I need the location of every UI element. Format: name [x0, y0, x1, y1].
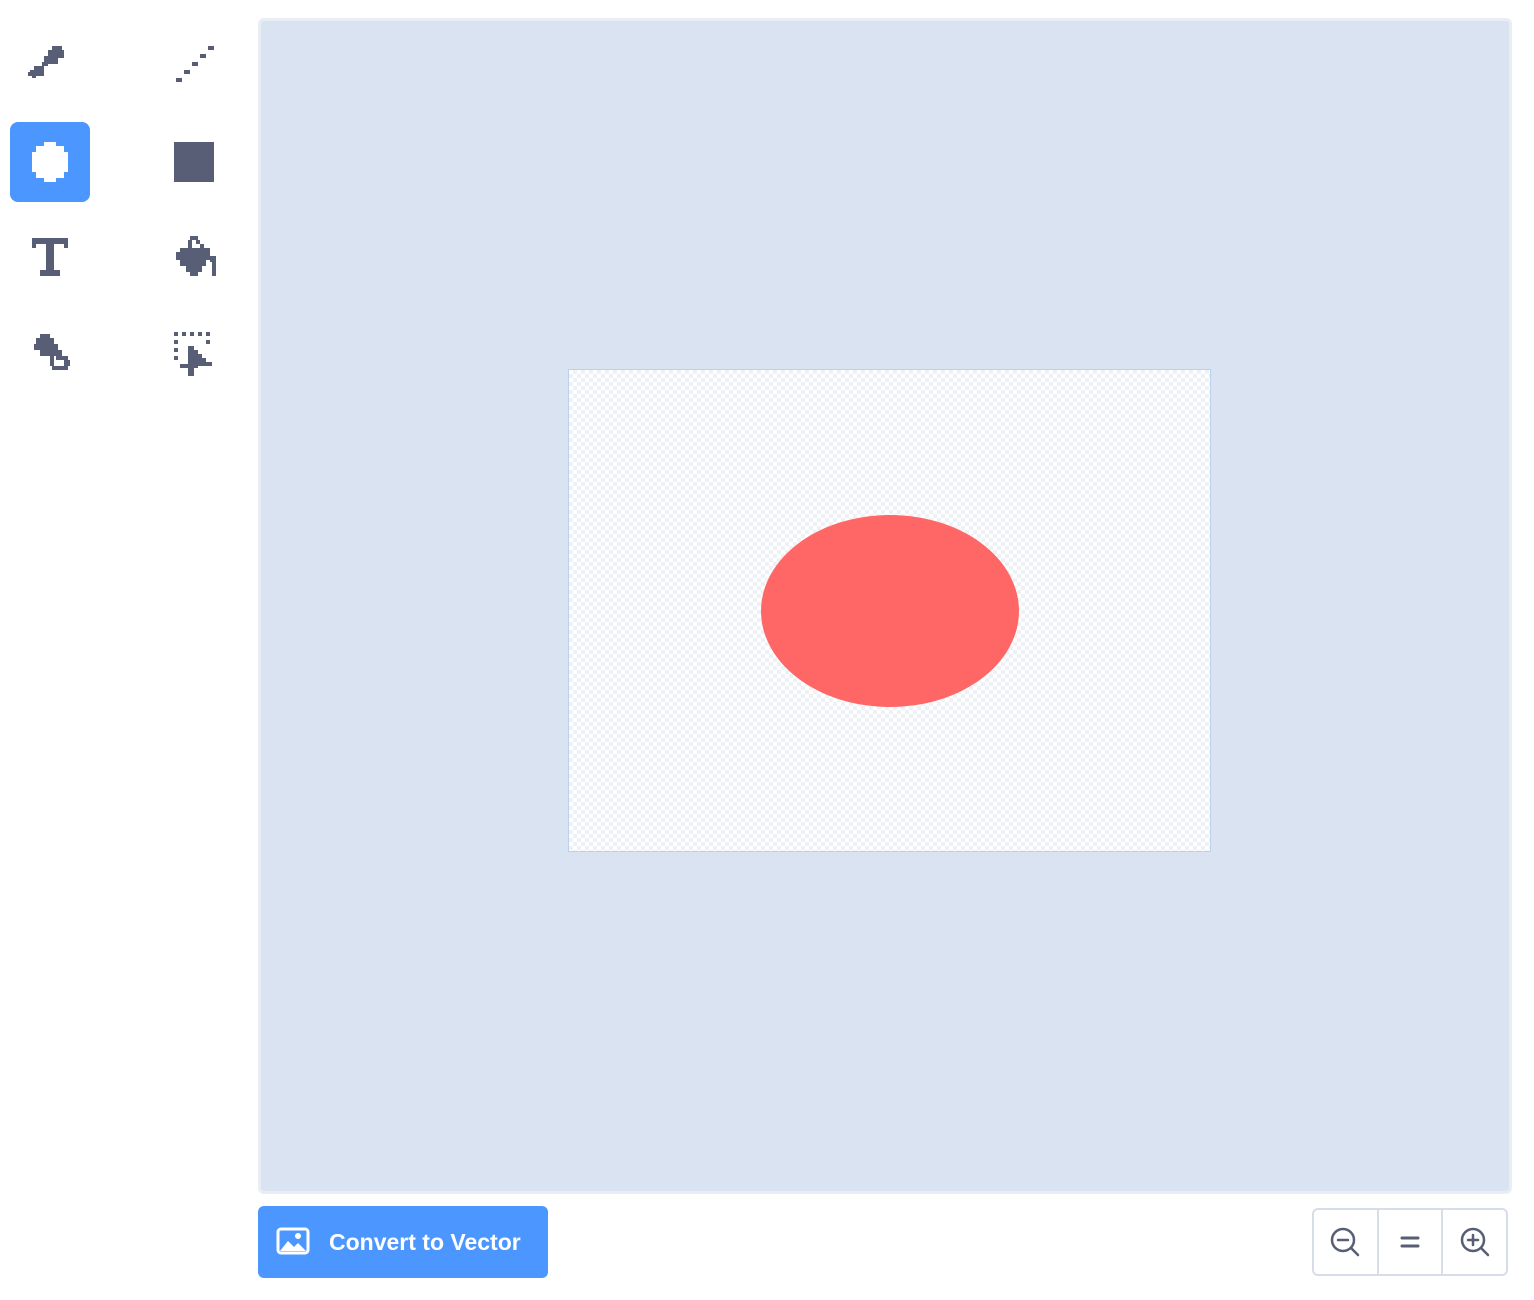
brush-tool[interactable] [10, 26, 90, 106]
zoom-in-button[interactable] [1441, 1210, 1506, 1274]
circle-icon [32, 142, 68, 182]
line-icon [176, 46, 214, 82]
convert-to-vector-button[interactable]: Convert to Vector [258, 1206, 548, 1278]
paint-editor: Convert to Vector [0, 0, 1534, 1300]
zoom-out-icon [1331, 1227, 1360, 1257]
select-tool[interactable] [154, 314, 234, 394]
zoom-out-button[interactable] [1314, 1210, 1377, 1274]
select-icon [174, 332, 212, 376]
fill-bucket-icon [176, 236, 216, 276]
circle-tool[interactable] [10, 122, 90, 202]
zoom-reset-button[interactable] [1376, 1210, 1442, 1274]
zoom-in-icon [1460, 1227, 1489, 1257]
fill-tool[interactable] [154, 218, 234, 298]
rectangle-icon [174, 142, 214, 182]
eraser-icon [34, 334, 70, 370]
text-tool[interactable] [10, 218, 90, 298]
line-tool[interactable] [154, 26, 234, 106]
paint-canvas-area[interactable] [258, 18, 1512, 1194]
brush-icon [28, 46, 64, 78]
red-ellipse-shape[interactable] [761, 515, 1019, 707]
text-icon [32, 238, 68, 276]
rectangle-tool[interactable] [154, 122, 234, 202]
zoom-controls [1312, 1208, 1508, 1276]
eraser-tool[interactable] [10, 314, 90, 394]
zoom-reset-icon [1400, 1236, 1420, 1248]
image-icon [276, 1227, 310, 1257]
artboard[interactable] [568, 369, 1211, 852]
convert-to-vector-label: Convert to Vector [329, 1228, 521, 1255]
